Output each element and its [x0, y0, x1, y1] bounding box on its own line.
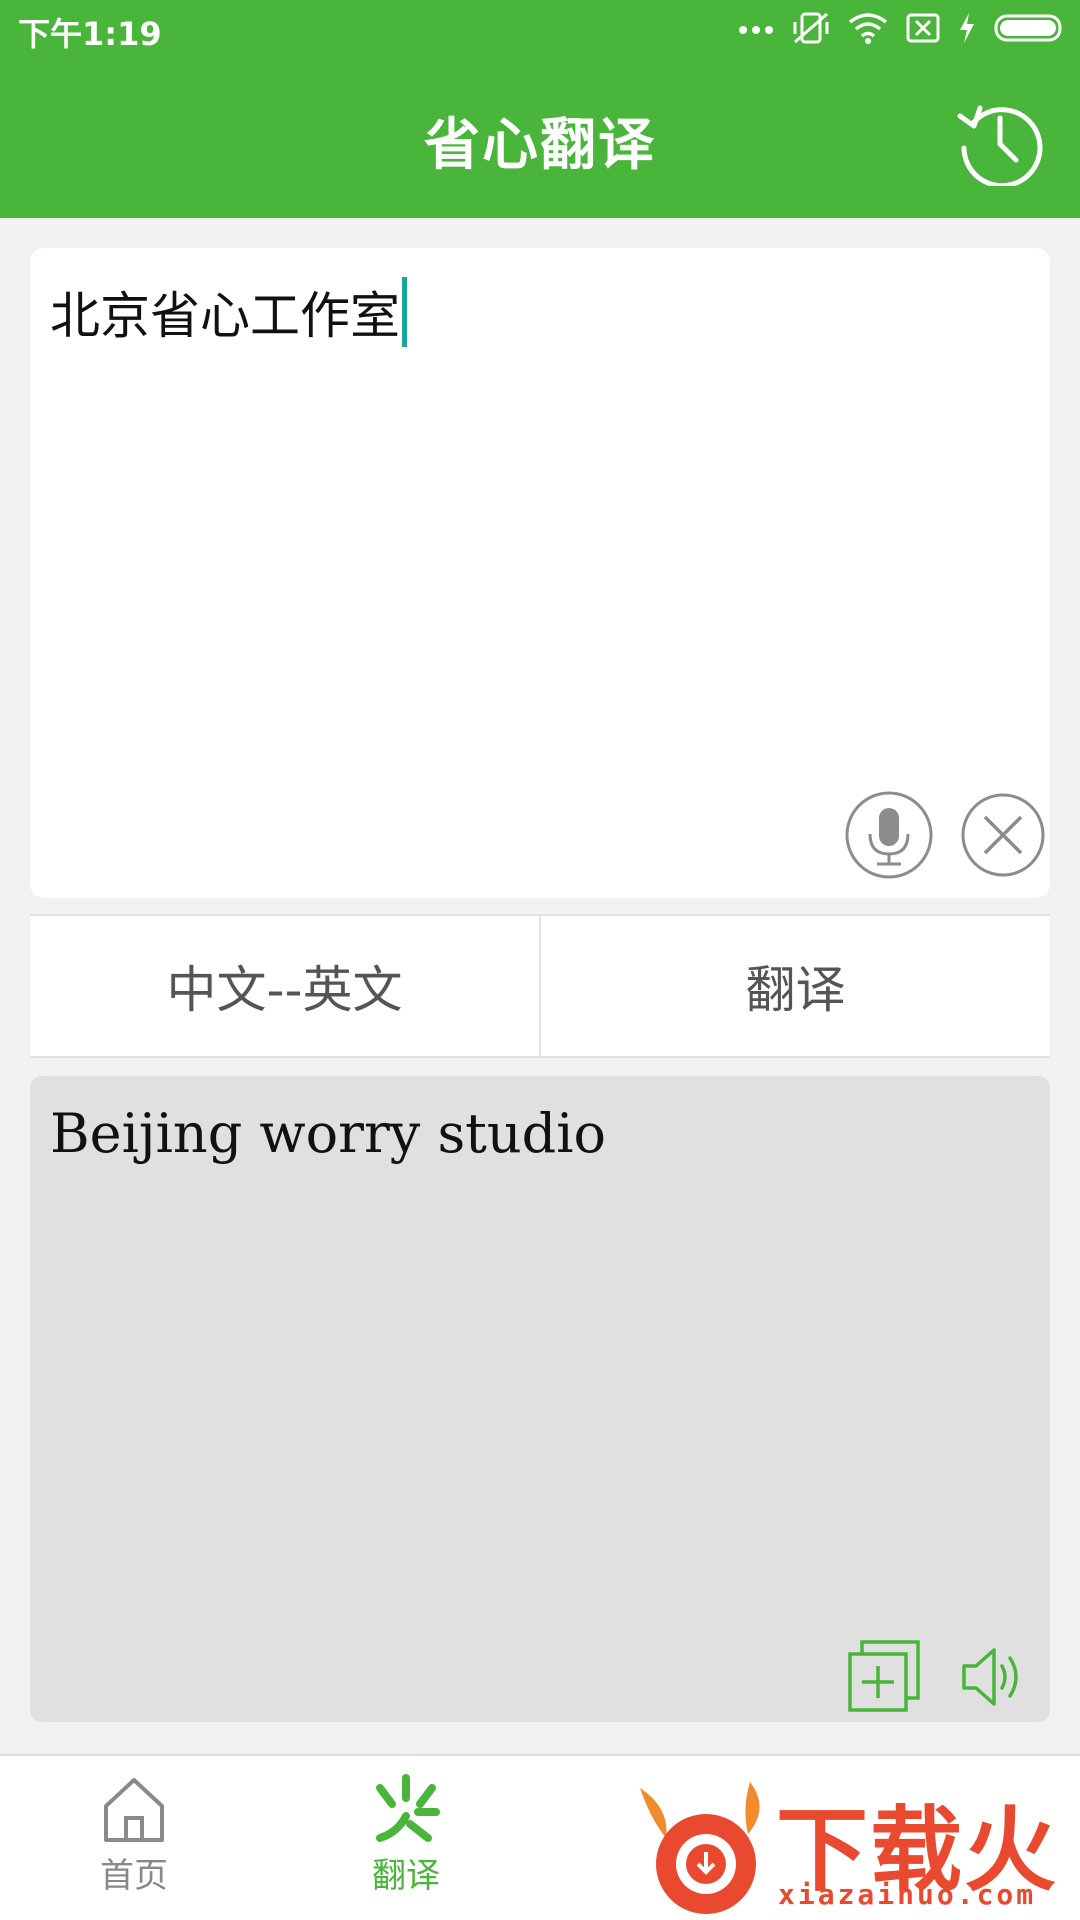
nav-item-translate[interactable]: 翻译 — [306, 1774, 506, 1897]
nav-label-home: 首页 — [100, 1856, 168, 1896]
home-icon — [104, 1778, 164, 1842]
translate-button-label: 翻译 — [745, 961, 846, 1019]
watermark: 下载火 xiazaihuo.com — [630, 1768, 1080, 1920]
copy-icon — [848, 1640, 920, 1712]
speaker-icon — [962, 1648, 1018, 1706]
copy-button[interactable] — [848, 1640, 920, 1712]
charging-icon — [960, 13, 974, 43]
source-text[interactable]: 北京省心工作室 — [50, 276, 407, 348]
microphone-icon — [845, 791, 933, 879]
text-caret — [402, 277, 407, 347]
nav-item-home[interactable]: 首页 — [34, 1774, 234, 1897]
action-row: 中文--英文 翻译 — [30, 914, 1050, 1058]
app-bar: 省心翻译 — [0, 58, 1080, 218]
no-sim-icon — [906, 13, 940, 43]
translation-text: Beijing worry studio — [50, 1102, 607, 1165]
nav-label-translate: 翻译 — [372, 1856, 440, 1896]
voice-input-button[interactable] — [844, 790, 934, 880]
wifi-icon — [848, 13, 888, 44]
language-pair-selector[interactable]: 中文--英文 — [30, 916, 539, 1056]
watermark-url: xiazaihuo.com — [778, 1878, 1037, 1911]
source-text-value: 北京省心工作室 — [50, 287, 400, 345]
speak-button[interactable] — [960, 1642, 1030, 1712]
more-dots-icon — [739, 26, 773, 34]
vibrate-off-icon — [793, 12, 829, 44]
translate-icon — [376, 1774, 440, 1842]
translation-output-area: Beijing worry studio — [30, 1076, 1050, 1722]
source-input-area[interactable]: 北京省心工作室 — [30, 248, 1050, 898]
status-time: 下午1:19 — [18, 15, 162, 53]
translate-button[interactable]: 翻译 — [541, 916, 1050, 1056]
history-button[interactable] — [956, 98, 1044, 189]
language-pair-label: 中文--英文 — [166, 961, 403, 1019]
close-circle-icon — [961, 793, 1045, 877]
status-bar: 下午1:19 — [0, 0, 1080, 58]
watermark-logo-icon — [640, 1782, 760, 1914]
clear-input-button[interactable] — [960, 792, 1046, 878]
status-icons — [738, 10, 1066, 46]
battery-icon — [994, 14, 1062, 42]
history-icon — [957, 105, 1043, 189]
page-title: 省心翻译 — [424, 113, 656, 178]
